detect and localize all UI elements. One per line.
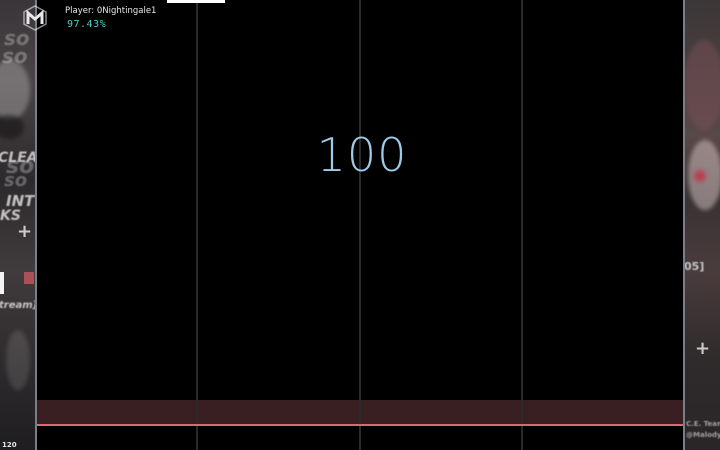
background-shape — [0, 272, 4, 294]
judgement-line — [36, 424, 684, 426]
lane-divider — [521, 0, 523, 450]
background-text: so — [4, 170, 28, 191]
play-field: 100 — [36, 0, 684, 450]
background-text: @Malody — [686, 431, 720, 439]
background-text: so — [2, 44, 28, 68]
plus-icon: + — [695, 338, 711, 359]
background-blob — [694, 170, 706, 182]
player-name: Player: 0Nightingale1 — [65, 6, 157, 16]
background-blob — [0, 115, 24, 139]
background-blob — [6, 330, 30, 390]
fps-counter: 120 — [2, 441, 17, 449]
accuracy-percentage: 97.43% — [67, 19, 107, 30]
song-progress-bar — [167, 0, 225, 3]
background-text: 05] — [684, 260, 705, 273]
background-text: tream] — [0, 300, 36, 311]
playfield-right-edge — [683, 0, 685, 450]
lane-divider — [196, 0, 198, 450]
playfield-left-edge — [35, 0, 37, 450]
background-blob — [684, 40, 720, 130]
background-text: C.E. Team — [686, 420, 720, 428]
malody-logo-icon — [22, 5, 48, 31]
lane-divider — [359, 0, 361, 450]
background-shape — [24, 272, 34, 284]
game-screen: so so so CLEAR so INT KS + tream] 05] + … — [0, 0, 720, 450]
plus-icon: + — [17, 221, 33, 242]
combo-counter: 100 — [316, 128, 408, 182]
background-left-panel: so so so CLEAR so INT KS + tream] — [0, 0, 36, 450]
background-text: CLEAR — [0, 150, 36, 166]
background-blob — [0, 60, 30, 120]
background-right-panel: 05] + C.E. Team @Malody — [684, 0, 720, 450]
